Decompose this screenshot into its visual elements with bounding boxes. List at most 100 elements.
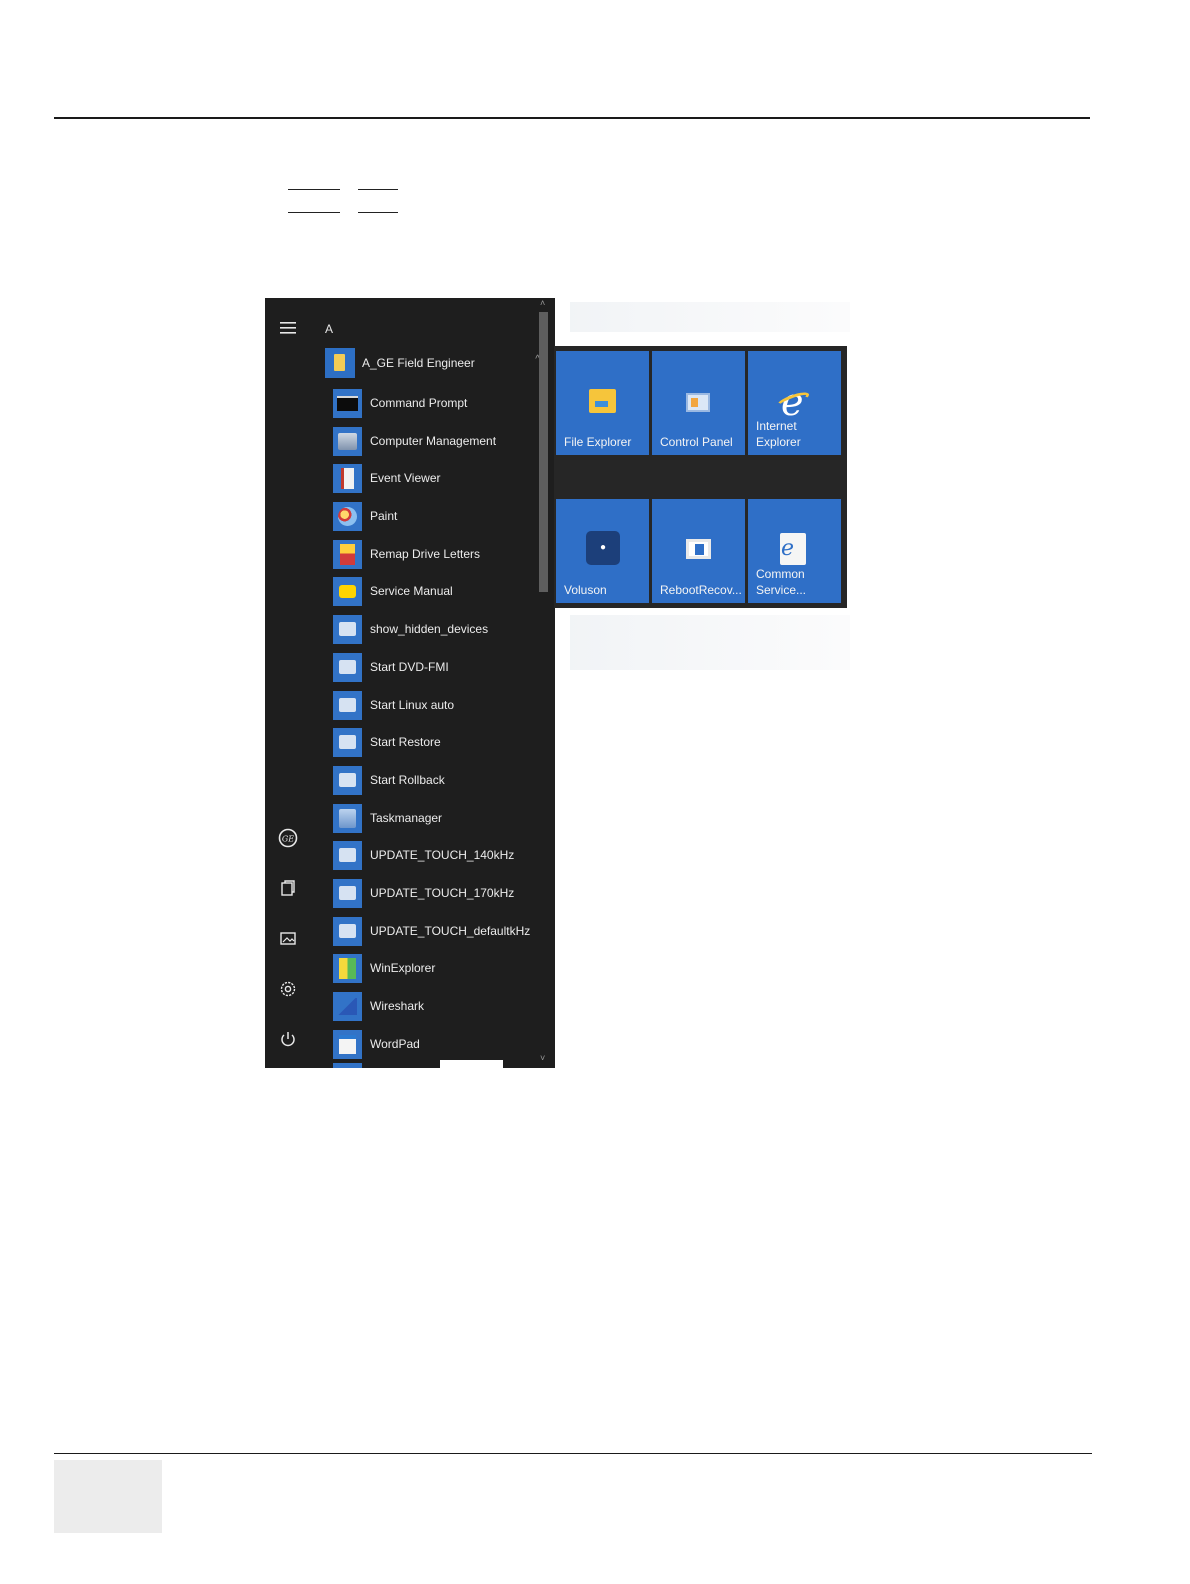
- hamburger-menu-icon[interactable]: [276, 318, 300, 342]
- app-item-label: Start DVD-FMI: [370, 659, 449, 674]
- shortcut-icon: [333, 728, 362, 758]
- tooltip-stub: [440, 1060, 503, 1068]
- winexplorer-icon: [333, 954, 362, 984]
- footer-box: [54, 1460, 162, 1533]
- app-item-start-linux-auto[interactable]: Start Linux auto: [333, 688, 538, 726]
- tile-label: Voluson: [564, 583, 607, 597]
- app-item-update-touch-170khz[interactable]: UPDATE_TOUCH_170kHz: [333, 876, 538, 914]
- file-explorer-icon: [589, 389, 616, 413]
- app-item-label: Command Prompt: [370, 396, 468, 410]
- app-item-remap-drive-letters[interactable]: Remap Drive Letters: [333, 537, 538, 575]
- app-item-show-hidden-devices[interactable]: show_hidden_devices: [333, 612, 538, 650]
- app-item-start-dvd-fmi[interactable]: Start DVD-FMI: [333, 650, 538, 688]
- tile-label-line2: Explorer: [756, 435, 801, 449]
- tile-label-line1: Internet: [756, 419, 797, 433]
- pictures-icon[interactable]: [276, 929, 300, 953]
- next-item-icon-partial: [333, 1063, 362, 1068]
- wireshark-icon: [333, 992, 362, 1021]
- app-item-update-touch-defaultkhz[interactable]: UPDATE_TOUCH_defaultkHz: [333, 914, 538, 952]
- app-item-wordpad[interactable]: WordPad: [333, 1027, 538, 1065]
- folder-a-ge-field-engineer[interactable]: A_GE Field Engineer ^: [325, 348, 540, 380]
- header-rule: [54, 117, 1090, 119]
- app-item-label: Start Linux auto: [370, 697, 455, 712]
- section-letter[interactable]: A: [325, 322, 333, 336]
- scroll-down-arrow-icon[interactable]: ˅: [540, 1053, 545, 1063]
- power-icon[interactable]: [276, 1030, 300, 1054]
- shortcut-icon: [333, 841, 362, 871]
- app-item-label: Remap Drive Letters: [370, 546, 481, 561]
- document-icon[interactable]: [276, 879, 300, 903]
- tile-voluson[interactable]: ● Voluson: [556, 499, 649, 603]
- service-manual-icon: [333, 577, 362, 607]
- app-list: Command Prompt Computer Management Event…: [333, 386, 538, 1064]
- app-item-label: Computer Management: [370, 433, 497, 448]
- command-prompt-icon: [333, 389, 362, 418]
- shortcut-icon: [333, 765, 362, 795]
- footer-rule: [54, 1453, 1092, 1454]
- shortcut-icon: [333, 652, 362, 682]
- app-item-label: Event Viewer: [370, 471, 441, 486]
- tile-label-line2: Service...: [756, 583, 807, 597]
- event-viewer-icon: [333, 464, 362, 494]
- app-item-update-touch-140khz[interactable]: UPDATE_TOUCH_140kHz: [333, 838, 538, 876]
- start-menu: GE A A_GE Field Engineer ^ Command Promp…: [265, 298, 555, 1068]
- heading-underline-1b: [288, 212, 340, 213]
- tile-grid: File Explorer Control Panel e Internet E…: [554, 346, 847, 608]
- app-item-service-manual[interactable]: Service Manual: [333, 574, 538, 612]
- app-item-label: Start Restore: [370, 735, 441, 750]
- computer-management-icon: [333, 426, 362, 456]
- blurred-tile-group-footer: [570, 615, 850, 670]
- shortcut-icon: [333, 916, 362, 946]
- tile-file-explorer[interactable]: File Explorer: [556, 351, 649, 455]
- scrollbar-thumb[interactable]: [539, 312, 548, 592]
- svg-text:GE: GE: [282, 835, 294, 844]
- app-item-label: show_hidden_devices: [370, 622, 489, 637]
- tile-label: RebootRecov...: [660, 583, 742, 597]
- app-item-paint[interactable]: Paint: [333, 499, 538, 537]
- app-item-start-rollback[interactable]: Start Rollback: [333, 763, 538, 801]
- app-item-start-restore[interactable]: Start Restore: [333, 725, 538, 763]
- folder-label: A_GE Field Engineer: [362, 356, 475, 370]
- app-item-winexplorer[interactable]: WinExplorer: [333, 951, 538, 989]
- heading-underline-2a: [358, 189, 398, 190]
- shortcut-icon: [333, 690, 362, 720]
- folder-icon: [325, 348, 355, 378]
- ge-logo-icon[interactable]: GE: [276, 828, 300, 852]
- wordpad-icon: [333, 1029, 362, 1059]
- blurred-tile-group-header: [570, 302, 850, 332]
- tile-internet-explorer[interactable]: e Internet Explorer: [748, 351, 841, 455]
- app-item-label: Service Manual: [370, 584, 453, 599]
- app-item-wireshark[interactable]: Wireshark: [333, 989, 538, 1027]
- shortcut-icon: [333, 615, 362, 645]
- heading-underline-2b: [358, 212, 398, 213]
- tile-label-line1: Common: [756, 567, 805, 581]
- tile-common-service[interactable]: Common Service...: [748, 499, 841, 603]
- shortcut-icon: [333, 878, 362, 908]
- tile-label: File Explorer: [564, 435, 632, 449]
- app-item-computer-management[interactable]: Computer Management: [333, 424, 538, 462]
- app-item-label: WinExplorer: [370, 961, 436, 976]
- app-item-label: WordPad: [370, 1036, 420, 1051]
- tile-control-panel[interactable]: Control Panel: [652, 351, 745, 455]
- tile-rebootrecovery[interactable]: RebootRecov...: [652, 499, 745, 603]
- task-manager-icon: [333, 803, 362, 833]
- app-item-label: UPDATE_TOUCH_140kHz: [370, 848, 515, 863]
- app-item-command-prompt[interactable]: Command Prompt: [333, 386, 538, 424]
- control-panel-icon: [686, 393, 710, 412]
- app-item-label: UPDATE_TOUCH_defaultkHz: [370, 923, 531, 938]
- tile-label: Control Panel: [660, 435, 733, 449]
- reboot-recovery-icon: [686, 539, 711, 559]
- scroll-up-arrow-icon[interactable]: ˄: [540, 298, 545, 308]
- tile-label: Common Service...: [756, 566, 837, 598]
- voluson-icon: ●: [586, 531, 620, 565]
- heading-underline-1a: [288, 189, 340, 190]
- app-item-label: Start Rollback: [370, 772, 445, 787]
- app-item-taskmanager[interactable]: Taskmanager: [333, 801, 538, 839]
- app-item-label: Taskmanager: [370, 810, 443, 825]
- app-item-label: UPDATE_TOUCH_170kHz: [370, 885, 515, 900]
- app-item-label: Wireshark: [370, 999, 425, 1013]
- paint-icon: [333, 502, 362, 532]
- remap-drive-icon: [333, 539, 362, 569]
- app-item-event-viewer[interactable]: Event Viewer: [333, 461, 538, 499]
- settings-icon[interactable]: [276, 980, 300, 1004]
